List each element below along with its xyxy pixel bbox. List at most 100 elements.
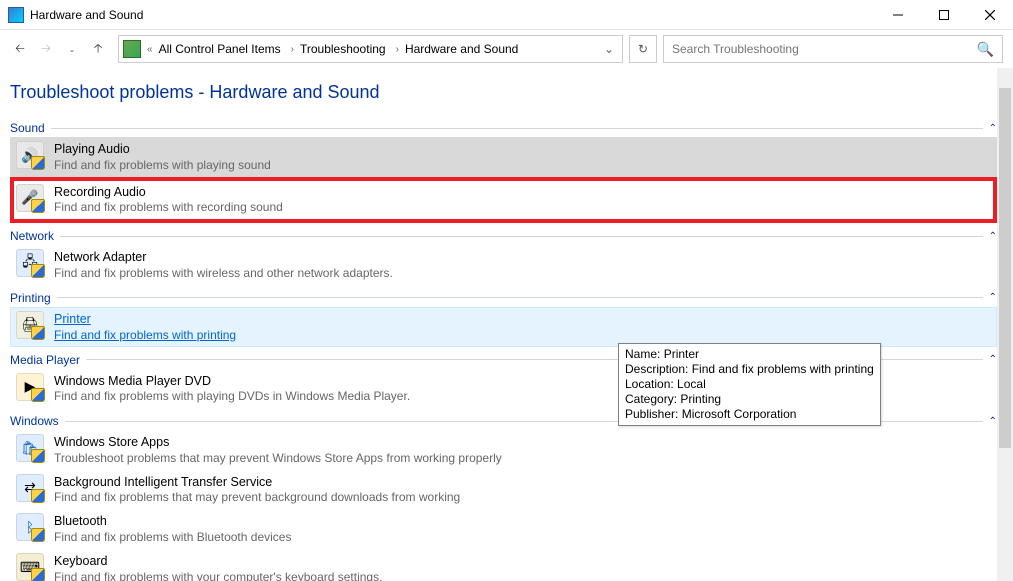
speaker-icon: 🔊: [16, 141, 44, 169]
troubleshooter-item[interactable]: 🖧Network AdapterFind and fix problems wi…: [10, 245, 997, 285]
maximize-button[interactable]: [921, 0, 967, 30]
section-title: Network: [10, 229, 54, 243]
item-text: Windows Media Player DVDFind and fix pro…: [54, 373, 410, 405]
section-title: Sound: [10, 121, 45, 135]
address-icon: [123, 40, 141, 58]
tooltip-desc: Find and fix problems with printing: [692, 362, 874, 376]
back-button[interactable]: 🡠: [10, 39, 30, 59]
breadcrumb-item[interactable]: Troubleshooting: [296, 36, 394, 62]
printer-icon: 🖨: [16, 311, 44, 339]
section-title: Printing: [10, 291, 51, 305]
shield-overlay-icon: [31, 156, 45, 170]
item-text: Background Intelligent Transfer ServiceF…: [54, 474, 460, 506]
item-name: Windows Store Apps: [54, 435, 502, 451]
item-desc: Find and fix problems with playing DVDs …: [54, 389, 410, 404]
up-button[interactable]: 🡡: [88, 39, 108, 59]
forward-button[interactable]: 🡢: [36, 39, 56, 59]
item-desc: Find and fix problems with playing sound: [54, 158, 271, 173]
address-dropdown[interactable]: ⌄: [598, 42, 620, 56]
troubleshooter-item[interactable]: 🎤 Recording AudioFind and fix problems wi…: [10, 177, 997, 224]
refresh-button[interactable]: ↻: [629, 35, 657, 63]
mic-icon: 🎤: [16, 184, 44, 212]
shield-overlay-icon: [31, 449, 45, 463]
chevron-icon[interactable]: ›: [289, 44, 296, 55]
tooltip-loc: Local: [677, 377, 706, 391]
item-text: Playing AudioFind and fix problems with …: [54, 141, 271, 173]
kb-icon: ⌨: [16, 553, 44, 581]
chevron-up-icon[interactable]: ⌃: [989, 231, 997, 242]
section-header[interactable]: Printing ⌃: [10, 291, 997, 305]
tooltip-pub: Microsoft Corporation: [682, 407, 797, 421]
item-name: Windows Media Player DVD: [54, 374, 410, 390]
chevron-up-icon[interactable]: ⌃: [989, 292, 997, 303]
tooltip-cat: Printing: [680, 392, 721, 406]
shield-overlay-icon: [31, 326, 45, 340]
item-name: Network Adapter: [54, 250, 393, 266]
item-desc: Troubleshoot problems that may prevent W…: [54, 451, 502, 466]
store-icon: 🛍: [16, 434, 44, 462]
tooltip: Name: Printer Description: Find and fix …: [618, 343, 881, 426]
navbar: 🡠 🡢 ⌄ 🡡 « All Control Panel Items › Trou…: [0, 30, 1013, 68]
shield-overlay-icon: [31, 199, 45, 213]
app-icon: [8, 7, 24, 23]
troubleshooter-item[interactable]: ᛒ BluetoothFind and fix problems with Blu…: [10, 509, 997, 549]
section-header[interactable]: Sound ⌃: [10, 121, 997, 135]
item-name: Keyboard: [54, 554, 382, 570]
tooltip-name-label: Name:: [625, 347, 660, 361]
item-name: Background Intelligent Transfer Service: [54, 475, 460, 491]
chevron-icon[interactable]: «: [145, 44, 155, 55]
item-desc: Find and fix problems with printing: [54, 328, 236, 343]
scrollbar-thumb[interactable]: [999, 88, 1011, 448]
troubleshooter-item[interactable]: ⇄ Background Intelligent Transfer Service…: [10, 470, 997, 510]
tooltip-pub-label: Publisher:: [625, 407, 678, 421]
bits-icon: ⇄: [16, 474, 44, 502]
tooltip-desc-label: Description:: [625, 362, 688, 376]
shield-overlay-icon: [31, 489, 45, 503]
shield-overlay-icon: [31, 264, 45, 278]
troubleshooter-item[interactable]: 🛍 Windows Store AppsTroubleshoot problems…: [10, 430, 997, 470]
section-header[interactable]: Network ⌃: [10, 229, 997, 243]
section-divider: [57, 297, 983, 298]
shield-overlay-icon: [31, 388, 45, 402]
close-button[interactable]: [967, 0, 1013, 30]
chevron-up-icon[interactable]: ⌃: [989, 354, 997, 365]
shield-overlay-icon: [31, 568, 45, 581]
address-bar[interactable]: « All Control Panel Items › Troubleshoot…: [118, 35, 623, 63]
search-input[interactable]: [672, 42, 977, 56]
scrollbar[interactable]: [997, 68, 1013, 581]
window-controls: [875, 0, 1013, 30]
item-desc: Find and fix problems with recording sou…: [54, 200, 283, 215]
chevron-icon[interactable]: ›: [394, 44, 401, 55]
item-text: Windows Store AppsTroubleshoot problems …: [54, 434, 502, 466]
tooltip-loc-label: Location:: [625, 377, 674, 391]
item-text: Recording AudioFind and fix problems wit…: [54, 184, 283, 216]
nav-arrows: 🡠 🡢 ⌄ 🡡: [10, 39, 108, 59]
chevron-up-icon[interactable]: ⌃: [989, 416, 997, 427]
item-text: BluetoothFind and fix problems with Blue…: [54, 513, 291, 545]
breadcrumb-item[interactable]: All Control Panel Items: [155, 36, 289, 62]
item-desc: Find and fix problems with Bluetooth dev…: [54, 530, 291, 545]
recent-dropdown[interactable]: ⌄: [62, 39, 82, 59]
content-area: Troubleshoot problems - Hardware and Sou…: [0, 68, 1013, 581]
shield-overlay-icon: [31, 528, 45, 542]
item-name: Recording Audio: [54, 185, 283, 201]
troubleshooter-item[interactable]: 🖨 PrinterFind and fix problems with print…: [10, 307, 997, 347]
search-bar[interactable]: 🔍: [663, 35, 1003, 63]
item-text: PrinterFind and fix problems with printi…: [54, 311, 236, 343]
tooltip-cat-label: Category:: [625, 392, 677, 406]
item-text: Network AdapterFind and fix problems wit…: [54, 249, 393, 281]
bt-icon: ᛒ: [16, 513, 44, 541]
item-desc: Find and fix problems that may prevent b…: [54, 490, 460, 505]
chevron-up-icon[interactable]: ⌃: [989, 123, 997, 134]
item-name: Playing Audio: [54, 142, 271, 158]
window-title: Hardware and Sound: [30, 8, 143, 22]
item-name: Printer: [54, 312, 236, 328]
search-icon[interactable]: 🔍: [977, 41, 994, 58]
section-title: Media Player: [10, 353, 80, 367]
troubleshooter-item[interactable]: 🔊 Playing AudioFind and fix problems with…: [10, 137, 997, 177]
troubleshooter-item[interactable]: ⌨KeyboardFind and fix problems with your…: [10, 549, 997, 581]
page-heading: Troubleshoot problems - Hardware and Sou…: [10, 82, 997, 103]
breadcrumb-item[interactable]: Hardware and Sound: [401, 36, 526, 62]
titlebar: Hardware and Sound: [0, 0, 1013, 30]
minimize-button[interactable]: [875, 0, 921, 30]
